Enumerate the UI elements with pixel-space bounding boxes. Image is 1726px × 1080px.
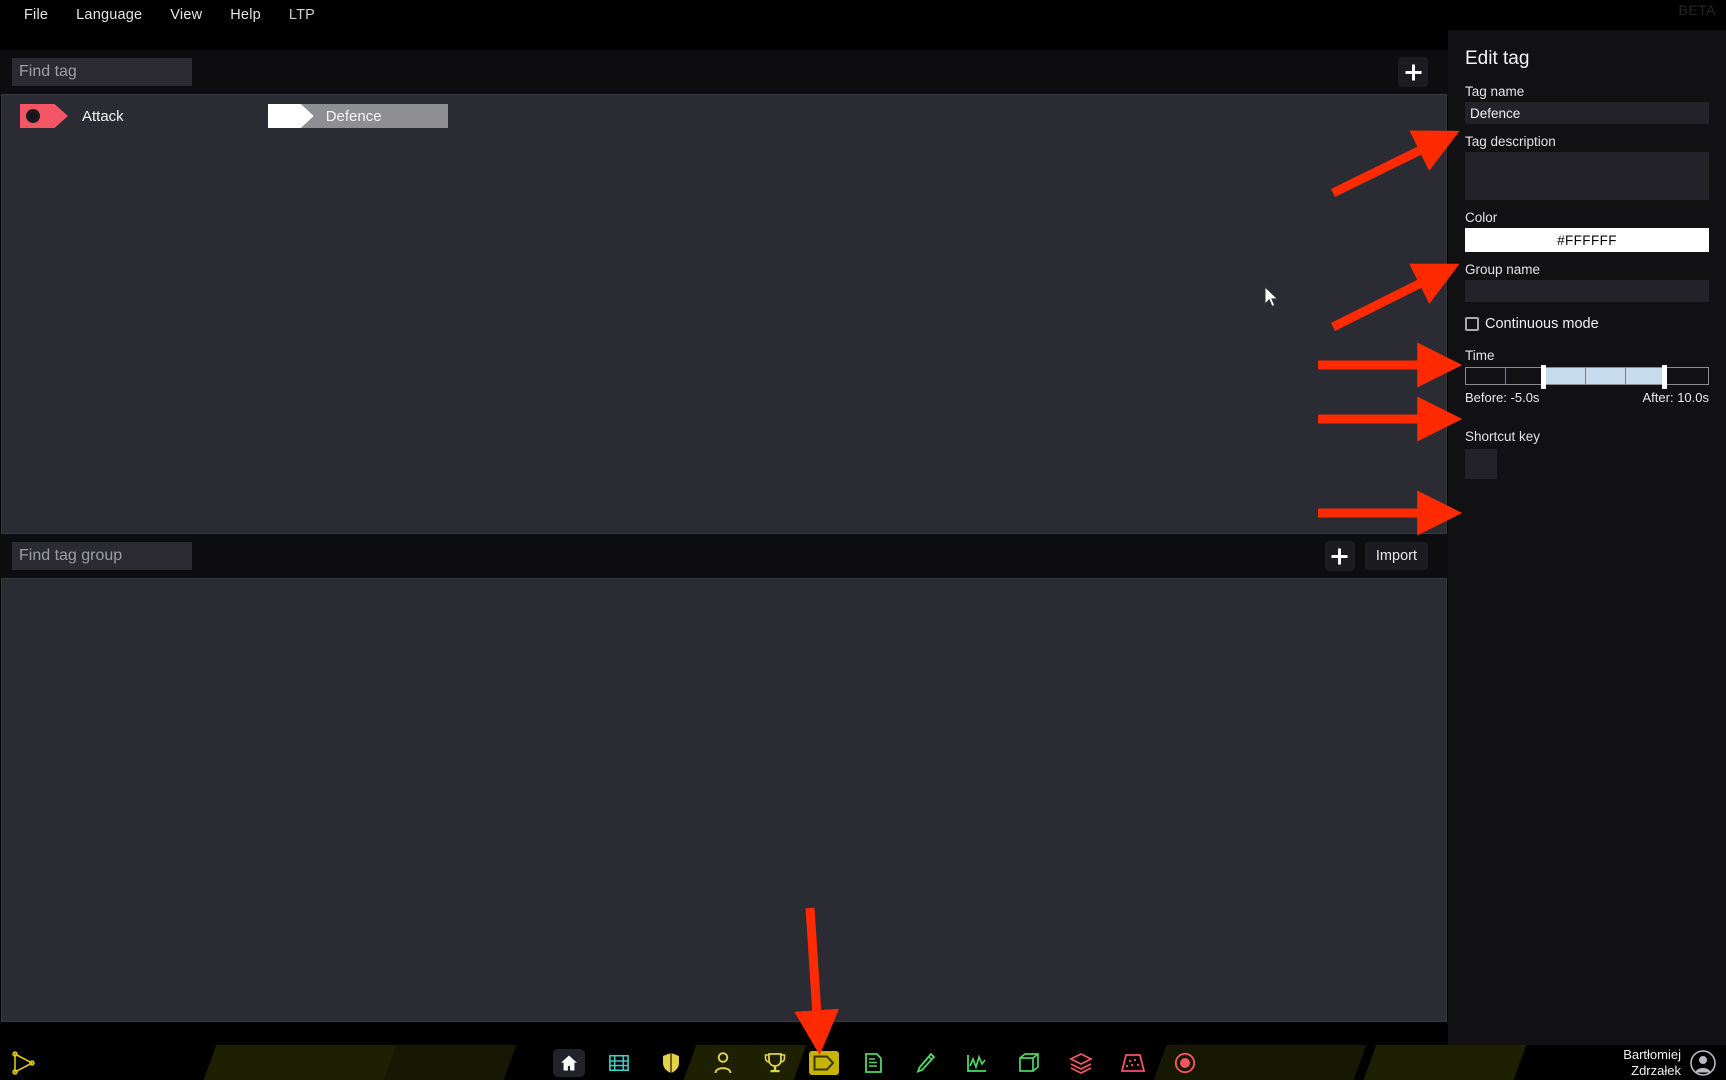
color-field[interactable]: #FFFFFF [1465, 228, 1709, 252]
cube-icon [1019, 1052, 1039, 1072]
analytics-icon [967, 1054, 986, 1072]
toolbar-button-pen[interactable] [907, 1048, 943, 1078]
person-icon [714, 1051, 732, 1073]
toolbar-button-record[interactable] [1167, 1048, 1203, 1078]
film-icon [609, 1054, 629, 1071]
play-button[interactable] [10, 1050, 36, 1076]
trophy-icon [764, 1053, 786, 1073]
time-slider-labels: Before: -5.0s After: 10.0s [1465, 390, 1709, 405]
tag-description-field[interactable] [1465, 152, 1709, 200]
bottom-toolbar: Bartłomiej Zdrzałek [0, 1045, 1726, 1080]
search-input-find-tag[interactable] [12, 58, 192, 86]
toolbar-button-pitch[interactable] [1115, 1048, 1151, 1078]
time-slider-tick [1504, 368, 1506, 384]
edit-tag-panel: Edit tag Tag name Defence Tag descriptio… [1448, 30, 1726, 1050]
pitch-icon [1121, 1053, 1145, 1072]
beta-badge: BETA [1678, 2, 1716, 18]
layers-icon [1069, 1052, 1093, 1074]
time-slider-handle-after[interactable] [1662, 365, 1668, 389]
tag-color-swatch-attack [20, 104, 68, 128]
toolbar-button-layers[interactable] [1063, 1048, 1099, 1078]
add-tag-group-button[interactable] [1324, 541, 1355, 571]
shortcut-key-label: Shortcut key [1465, 429, 1541, 444]
toolbar-button-home[interactable] [553, 1048, 585, 1077]
toolbar-button-tag[interactable] [809, 1050, 839, 1075]
notes-icon [864, 1052, 882, 1073]
tag-description-label: Tag description [1465, 134, 1556, 149]
toolbar-button-shield[interactable] [653, 1048, 689, 1078]
play-triangle-icon [12, 1051, 35, 1075]
shortcut-key-block: Shortcut key [1465, 429, 1709, 479]
toolbar-button-cube[interactable] [1011, 1048, 1047, 1078]
group-name-field[interactable] [1465, 280, 1709, 302]
plus-icon [1331, 548, 1348, 564]
tag-item-defence[interactable]: Defence [267, 104, 448, 128]
color-label: Color [1465, 210, 1498, 225]
group-name-label: Group name [1465, 262, 1541, 277]
tag-label-defence: Defence [325, 107, 382, 125]
edit-tag-title: Edit tag [1465, 48, 1530, 69]
time-slider-handle-before[interactable] [1541, 365, 1547, 389]
main-content-column: Attack Defence Import [0, 30, 1448, 1050]
tag-item-attack[interactable]: Attack [20, 104, 124, 128]
menu-item-view[interactable]: View [156, 3, 216, 27]
home-icon [561, 1055, 577, 1070]
add-tag-button[interactable] [1398, 57, 1428, 87]
menu-item-language[interactable]: Language [62, 3, 156, 27]
find-tag-toolbar [0, 50, 1448, 94]
shortcut-key-field[interactable] [1465, 449, 1497, 479]
toolbar-button-trophy[interactable] [757, 1048, 793, 1078]
tags-list-panel: Attack Defence [1, 94, 1447, 534]
tag-groups-list-panel [1, 578, 1447, 1022]
tag-name-field[interactable]: Defence [1465, 102, 1709, 124]
menu-item-help[interactable]: Help [216, 3, 275, 27]
continuous-mode-checkbox[interactable] [1465, 317, 1479, 331]
time-before-label: Before: -5.0s [1465, 390, 1540, 405]
continuous-mode-label: Continuous mode [1485, 316, 1599, 332]
tag-color-swatch-defence [267, 104, 314, 128]
tag-label-attack: Attack [82, 107, 124, 125]
plus-icon [1405, 64, 1421, 80]
toolbar-button-person[interactable] [705, 1048, 741, 1078]
toolbar-button-film[interactable] [601, 1048, 637, 1078]
app-root: File Language View Help LTP BETA Find ta… [0, 0, 1726, 1080]
toolbar-icon-strip [545, 1045, 1211, 1080]
time-slider-range-fill [1543, 368, 1665, 384]
user-account-area[interactable]: Bartłomiej Zdrzałek [1623, 1045, 1716, 1080]
time-block: Time Before: -5.0s After: 10.0s [1465, 348, 1709, 405]
tag-bullet-icon [26, 109, 40, 123]
toolbar-button-analytics[interactable] [959, 1048, 995, 1078]
time-slider-tick [1624, 368, 1626, 384]
time-label: Time [1465, 348, 1495, 363]
menu-bar: File Language View Help LTP BETA [0, 0, 1726, 30]
menu-item-file[interactable]: File [10, 3, 62, 27]
tag-name-label: Tag name [1465, 84, 1525, 99]
time-after-label: After: 10.0s [1642, 390, 1709, 405]
record-icon [1174, 1052, 1196, 1073]
find-tag-group-toolbar-actions: Import [1324, 541, 1436, 571]
import-button[interactable]: Import [1364, 542, 1428, 570]
tag-list-row: Attack Defence [2, 95, 1446, 128]
find-tag-group-toolbar: Import [0, 534, 1448, 578]
time-slider-tick [1584, 368, 1586, 384]
search-input-find-tag-group[interactable] [12, 542, 192, 570]
find-tag-toolbar-actions [1398, 57, 1436, 87]
user-avatar-icon[interactable] [1690, 1049, 1716, 1076]
time-slider[interactable] [1465, 365, 1709, 389]
shield-icon [663, 1052, 679, 1073]
continuous-mode-row[interactable]: Continuous mode [1465, 316, 1709, 332]
user-name-label: Bartłomiej Zdrzałek [1623, 1046, 1681, 1078]
toolbar-button-notes[interactable] [855, 1048, 891, 1078]
tag-icon [813, 1055, 835, 1070]
pen-icon [916, 1052, 935, 1073]
menu-item-ltp[interactable]: LTP [275, 3, 329, 27]
